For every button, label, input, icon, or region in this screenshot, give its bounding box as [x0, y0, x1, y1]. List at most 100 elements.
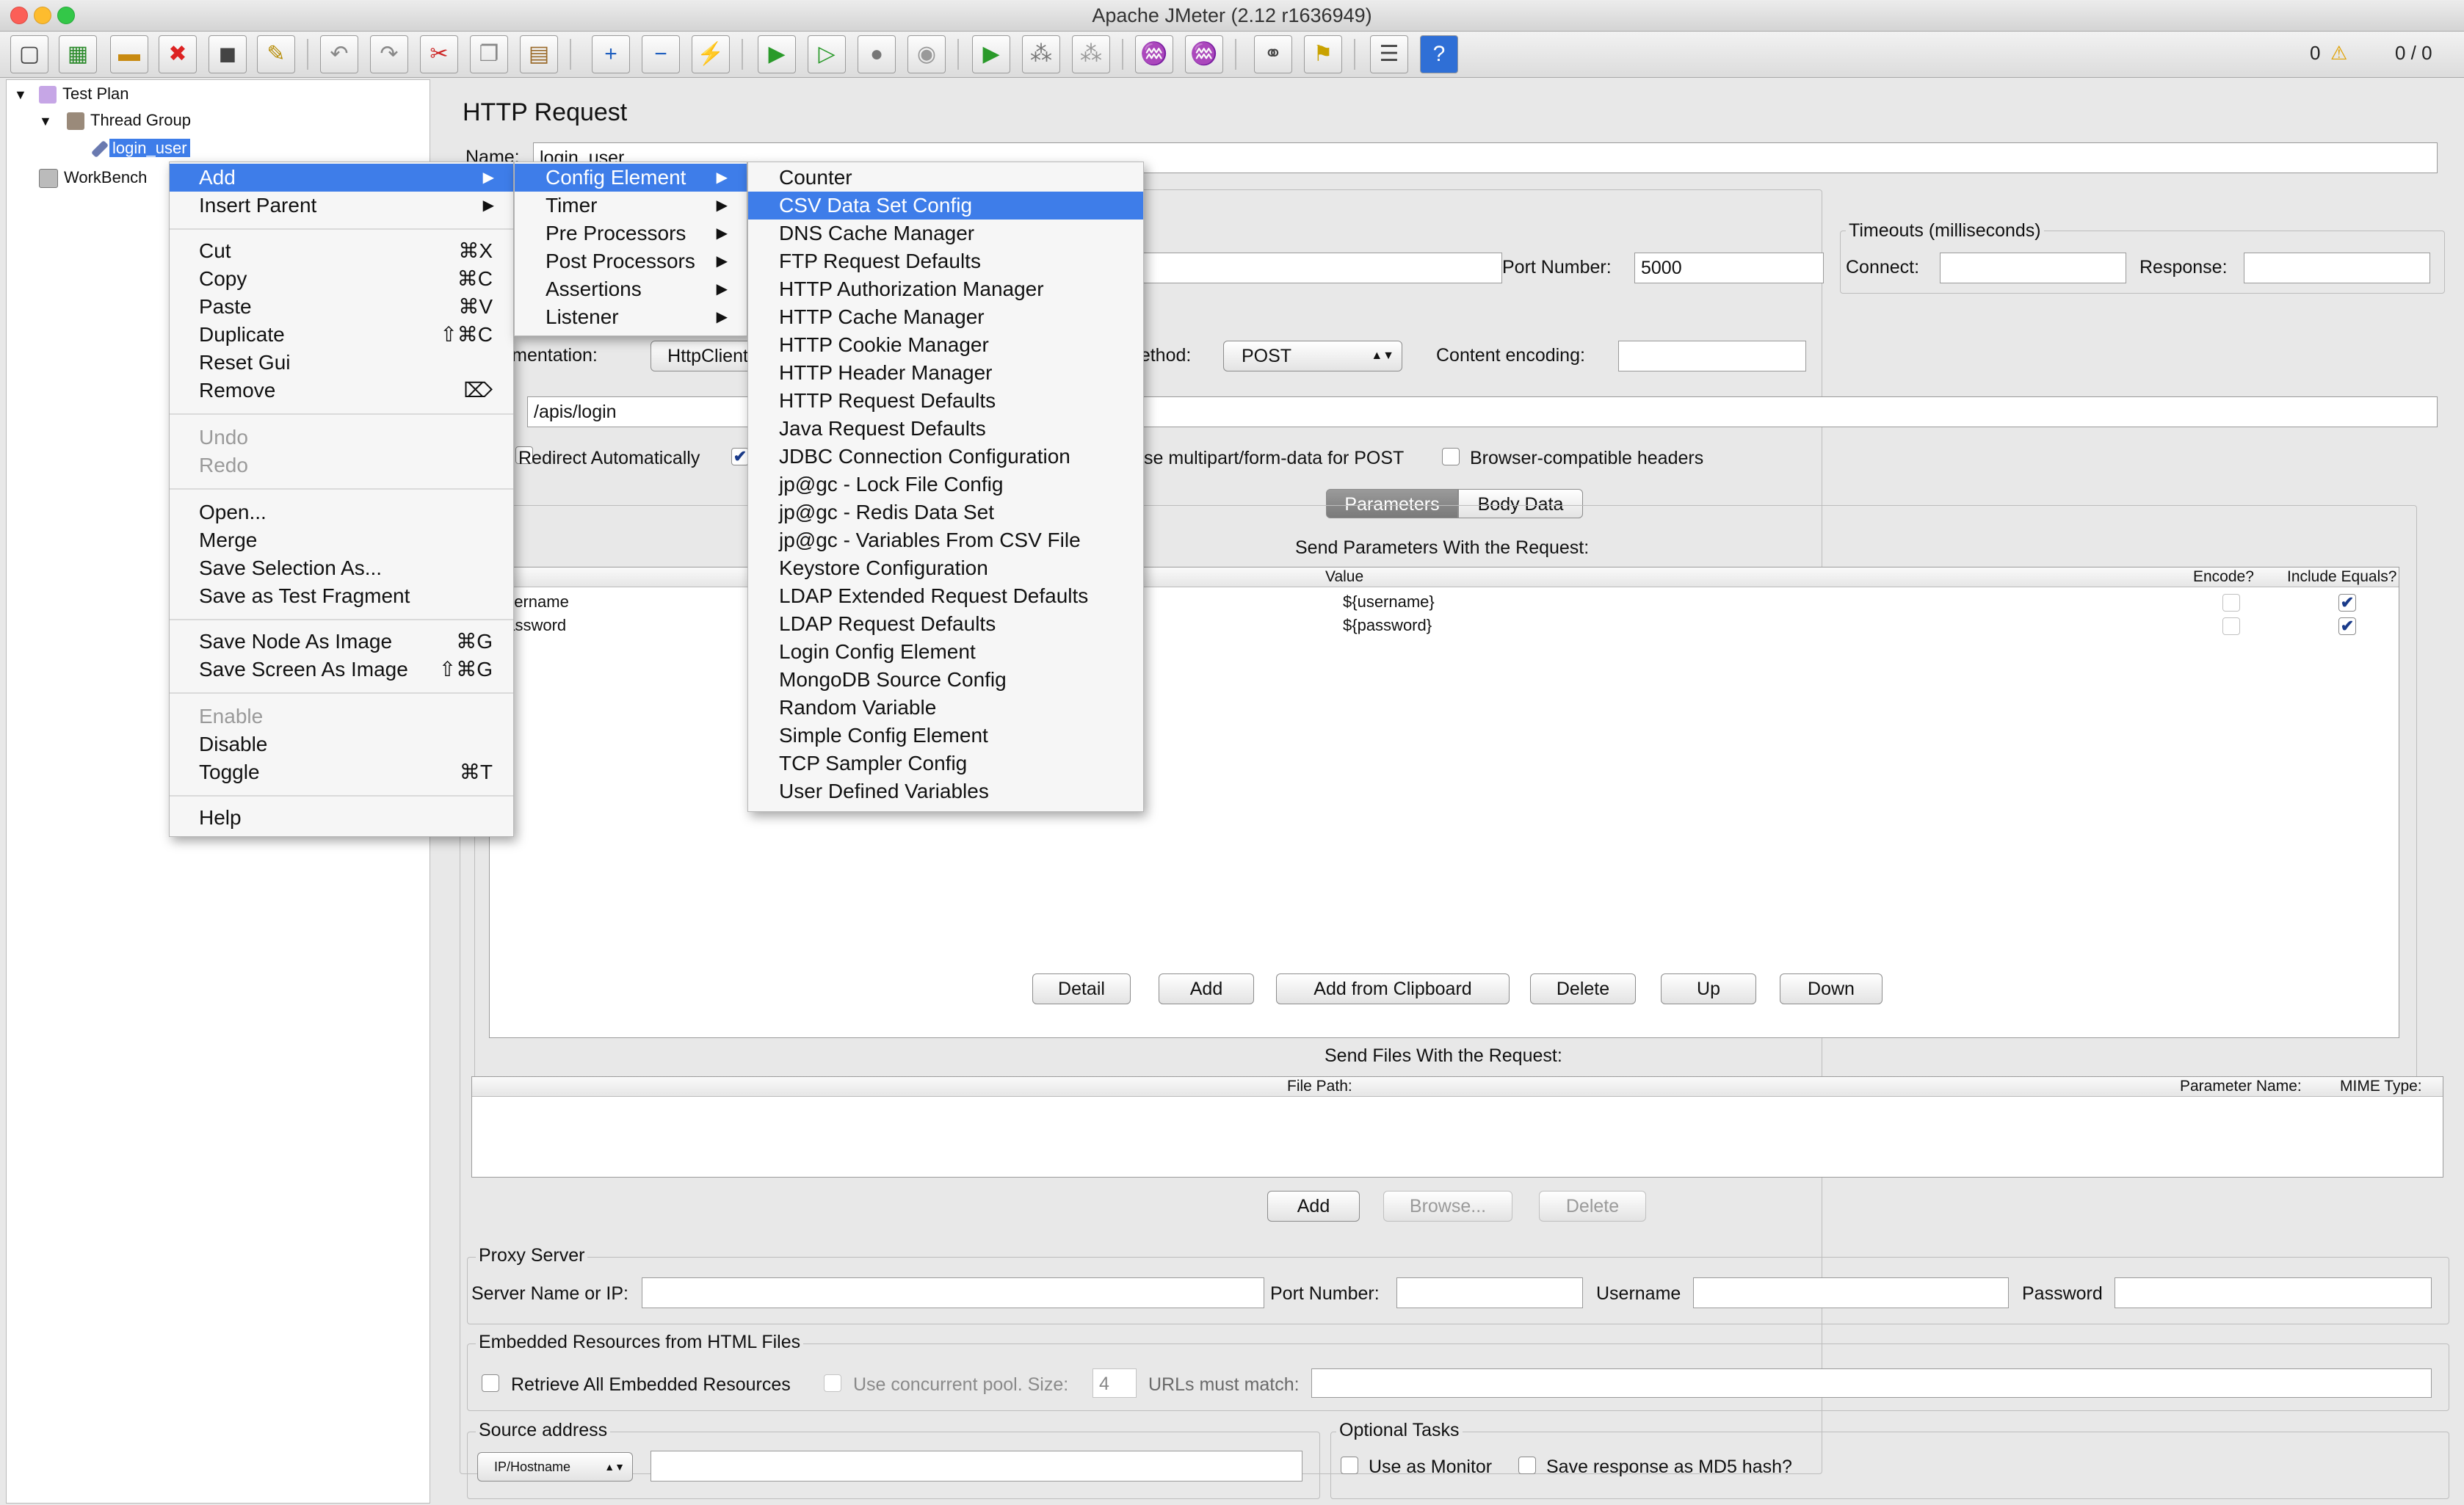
- config-item-redis[interactable]: jp@gc - Redis Data Set: [748, 498, 1143, 526]
- menu-item-save-node-image[interactable]: Save Node As Image ⌘G: [170, 628, 513, 656]
- delete-parameter-button[interactable]: Delete: [1530, 973, 1636, 1004]
- add-file-button[interactable]: Add: [1267, 1191, 1360, 1222]
- retrieve-all-checkbox[interactable]: [482, 1374, 499, 1392]
- config-item-ldap-extended[interactable]: LDAP Extended Request Defaults: [748, 582, 1143, 610]
- copy-icon[interactable]: ❐: [470, 35, 508, 73]
- toggle-icon[interactable]: ⚡: [692, 35, 730, 73]
- minimize-window-button[interactable]: [34, 7, 51, 24]
- config-item-http-cache[interactable]: HTTP Cache Manager: [748, 303, 1143, 331]
- cut-icon[interactable]: ✂: [420, 35, 458, 73]
- menu-item-insert-parent[interactable]: Insert Parent ▶: [170, 192, 513, 220]
- menu-item-enable[interactable]: Enable: [170, 703, 513, 730]
- collapse-all-icon[interactable]: −: [642, 35, 680, 73]
- tree-item-workbench[interactable]: WorkBench: [39, 168, 147, 189]
- function-helper-icon[interactable]: ☰: [1370, 35, 1408, 73]
- save-md5-checkbox[interactable]: [1518, 1457, 1536, 1474]
- remote-stop-icon[interactable]: ⁂: [1022, 35, 1060, 73]
- remote-start-icon[interactable]: ▶: [972, 35, 1010, 73]
- config-item-user-defined-variables[interactable]: User Defined Variables: [748, 777, 1143, 805]
- menu-item-disable[interactable]: Disable: [170, 730, 513, 758]
- response-timeout-field[interactable]: [2244, 253, 2430, 283]
- content-encoding-field[interactable]: [1618, 341, 1806, 371]
- submenu-item-timer[interactable]: Timer ▶: [515, 192, 747, 220]
- close-window-button[interactable]: [10, 7, 28, 24]
- config-item-ldap-defaults[interactable]: LDAP Request Defaults: [748, 610, 1143, 638]
- config-item-http-cookie[interactable]: HTTP Cookie Manager: [748, 331, 1143, 359]
- config-item-jdbc[interactable]: JDBC Connection Configuration: [748, 443, 1143, 471]
- warning-icon[interactable]: ⚠: [2330, 42, 2347, 65]
- search-icon[interactable]: ⚭: [1254, 35, 1292, 73]
- submenu-item-assertions[interactable]: Assertions ▶: [515, 275, 747, 303]
- config-item-tcp-sampler[interactable]: TCP Sampler Config: [748, 750, 1143, 777]
- config-item-ftp-defaults[interactable]: FTP Request Defaults: [748, 247, 1143, 275]
- menu-item-help[interactable]: Help: [170, 804, 513, 832]
- menu-item-add[interactable]: Add ▶: [170, 164, 513, 192]
- submenu-item-pre-processors[interactable]: Pre Processors ▶: [515, 220, 747, 247]
- expand-all-icon[interactable]: +: [592, 35, 630, 73]
- config-item-keystore[interactable]: Keystore Configuration: [748, 554, 1143, 582]
- help-icon[interactable]: ?: [1420, 35, 1458, 73]
- new-icon[interactable]: ▢: [10, 35, 48, 73]
- use-as-monitor-checkbox[interactable]: [1341, 1457, 1358, 1474]
- tree-expand-icon[interactable]: ▼: [14, 87, 27, 103]
- tree-item-login-user[interactable]: login_user: [90, 139, 190, 159]
- method-select[interactable]: POST ▲▼: [1223, 341, 1402, 371]
- menu-item-toggle[interactable]: Toggle ⌘T: [170, 758, 513, 786]
- paste-icon[interactable]: ▤: [520, 35, 558, 73]
- source-type-select[interactable]: IP/Hostname ▲▼: [477, 1452, 633, 1482]
- tree-expand-icon[interactable]: ▼: [39, 114, 52, 129]
- start-no-pauses-icon[interactable]: ▷: [808, 35, 846, 73]
- menu-item-remove[interactable]: Remove ⌦: [170, 377, 513, 405]
- menu-item-save-fragment[interactable]: Save as Test Fragment: [170, 582, 513, 610]
- encode-checkbox[interactable]: [2222, 594, 2240, 612]
- menu-item-save-screen-image[interactable]: Save Screen As Image ⇧⌘G: [170, 656, 513, 683]
- proxy-port-field[interactable]: [1396, 1277, 1583, 1308]
- menu-item-paste[interactable]: Paste ⌘V: [170, 293, 513, 321]
- zoom-window-button[interactable]: [57, 7, 75, 24]
- close-icon[interactable]: ✖: [159, 35, 197, 73]
- add-from-clipboard-button[interactable]: Add from Clipboard: [1276, 973, 1510, 1004]
- open-icon[interactable]: ▬: [110, 35, 148, 73]
- proxy-password-field[interactable]: [2115, 1277, 2432, 1308]
- config-item-http-request-defaults[interactable]: HTTP Request Defaults: [748, 387, 1143, 415]
- save-icon[interactable]: ◼: [209, 35, 247, 73]
- menu-item-open[interactable]: Open...: [170, 498, 513, 526]
- down-button[interactable]: Down: [1780, 973, 1883, 1004]
- config-item-csv-data-set[interactable]: CSV Data Set Config: [748, 192, 1143, 220]
- menu-item-reset-gui[interactable]: Reset Gui: [170, 349, 513, 377]
- templates-icon[interactable]: ▦: [59, 35, 97, 73]
- pool-size-field[interactable]: 4: [1093, 1368, 1137, 1398]
- menu-item-merge[interactable]: Merge: [170, 526, 513, 554]
- config-item-http-auth[interactable]: HTTP Authorization Manager: [748, 275, 1143, 303]
- connect-timeout-field[interactable]: [1940, 253, 2126, 283]
- add-parameter-button[interactable]: Add: [1159, 973, 1254, 1004]
- config-item-variables-csv[interactable]: jp@gc - Variables From CSV File: [748, 526, 1143, 554]
- urls-match-field[interactable]: [1311, 1368, 2432, 1398]
- tree-item-test-plan[interactable]: Test Plan: [39, 84, 129, 104]
- config-item-java-defaults[interactable]: Java Request Defaults: [748, 415, 1143, 443]
- follow-redirects-checkbox[interactable]: ✔: [731, 448, 749, 465]
- menu-item-cut[interactable]: Cut ⌘X: [170, 237, 513, 265]
- browse-button[interactable]: Browse...: [1383, 1191, 1512, 1222]
- config-item-lock-file[interactable]: jp@gc - Lock File Config: [748, 471, 1143, 498]
- browser-headers-checkbox[interactable]: [1442, 448, 1460, 465]
- server-name-field[interactable]: [1142, 253, 1502, 283]
- menu-item-save-selection[interactable]: Save Selection As...: [170, 554, 513, 582]
- encode-checkbox[interactable]: [2222, 617, 2240, 635]
- submenu-item-listener[interactable]: Listener ▶: [515, 303, 747, 331]
- clear-all-icon[interactable]: ♒: [1185, 35, 1223, 73]
- config-item-random-variable[interactable]: Random Variable: [748, 694, 1143, 722]
- config-item-mongodb[interactable]: MongoDB Source Config: [748, 666, 1143, 694]
- submenu-item-config-element[interactable]: Config Element ▶: [515, 164, 747, 192]
- menu-item-duplicate[interactable]: Duplicate ⇧⌘C: [170, 321, 513, 349]
- include-equals-checkbox[interactable]: ✔: [2338, 594, 2356, 612]
- save-as-icon[interactable]: ✎: [257, 35, 295, 73]
- delete-file-button[interactable]: Delete: [1539, 1191, 1646, 1222]
- tree-item-thread-group[interactable]: Thread Group: [67, 111, 191, 131]
- remote-shutdown-icon[interactable]: ⁂: [1072, 35, 1110, 73]
- submenu-item-post-processors[interactable]: Post Processors ▶: [515, 247, 747, 275]
- detail-button[interactable]: Detail: [1032, 973, 1131, 1004]
- undo-icon[interactable]: ↶: [320, 35, 358, 73]
- shutdown-icon[interactable]: ◉: [907, 35, 946, 73]
- up-button[interactable]: Up: [1661, 973, 1756, 1004]
